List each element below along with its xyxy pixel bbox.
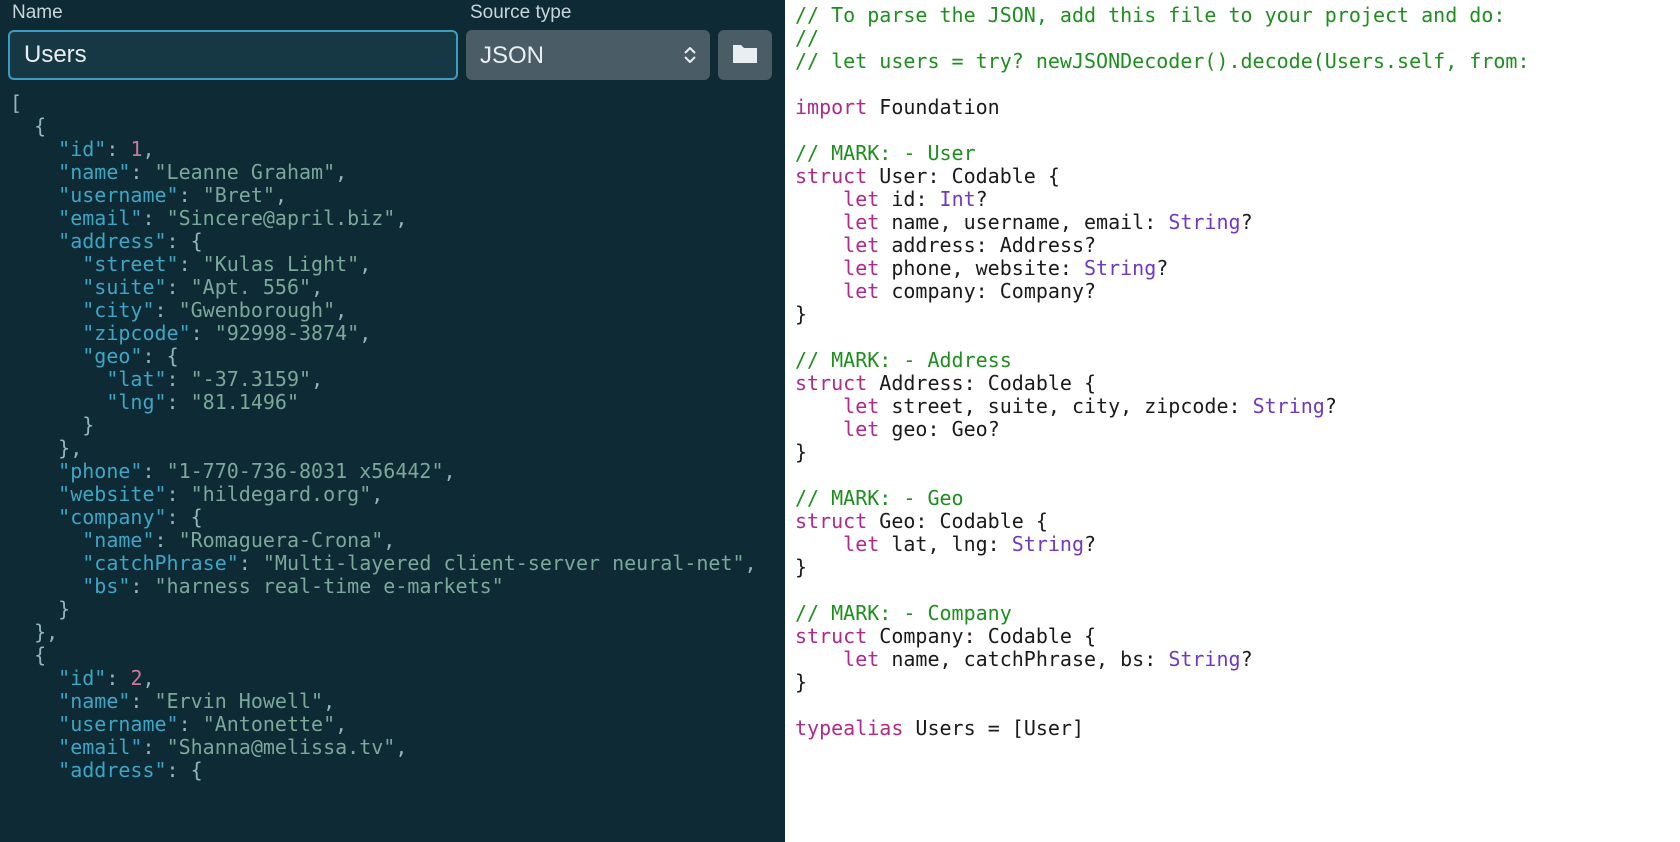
open-folder-button[interactable] (718, 30, 772, 80)
source-field-group: Source type JSON (466, 2, 710, 80)
left-panel: Name Source type JSON [ { "id": 1, "name… (0, 0, 785, 842)
swift-output-editor[interactable]: // To parse the JSON, add this file to y… (785, 0, 1680, 842)
source-type-label: Source type (466, 2, 710, 24)
name-label: Name (8, 2, 458, 24)
toolbar: Name Source type JSON (0, 0, 785, 88)
folder-icon (731, 43, 759, 68)
json-source-editor[interactable]: [ { "id": 1, "name": "Leanne Graham", "u… (0, 88, 785, 842)
name-field-group: Name (8, 2, 458, 80)
source-select-wrap: JSON (466, 30, 710, 80)
source-type-select[interactable]: JSON (466, 30, 710, 80)
name-input[interactable] (8, 30, 458, 80)
